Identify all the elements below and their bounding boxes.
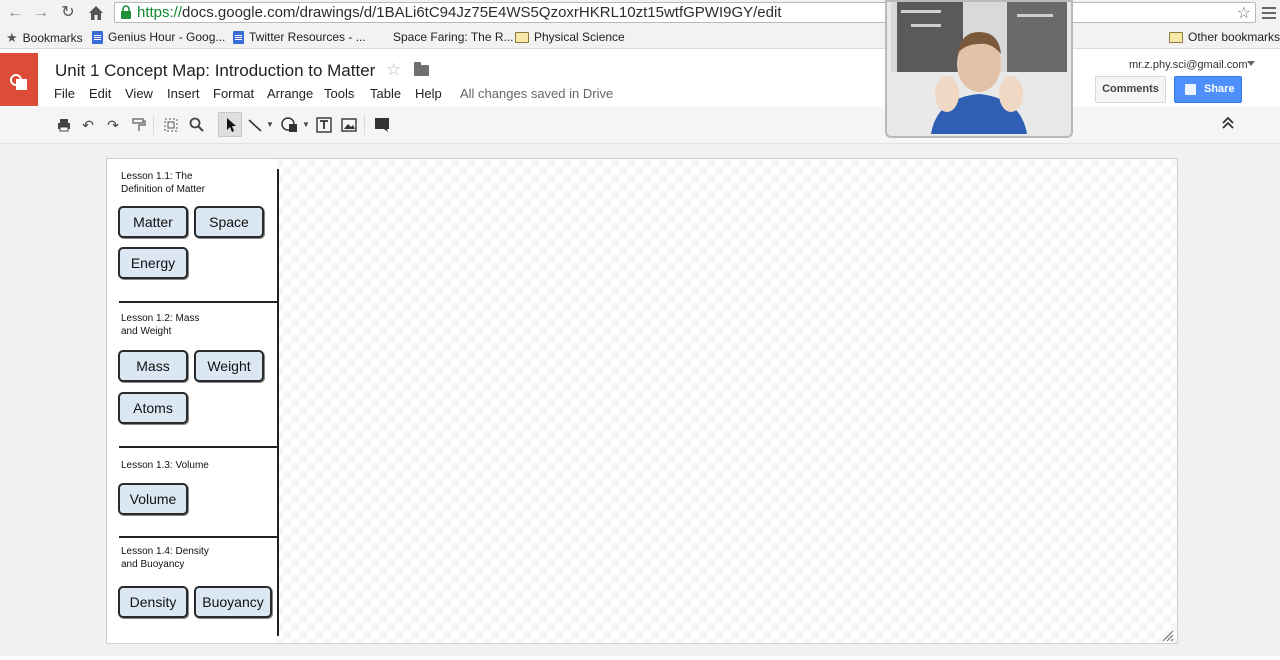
zoom-fit-icon[interactable]: [162, 116, 180, 134]
section-divider[interactable]: [119, 446, 278, 448]
save-status: All changes saved in Drive: [460, 86, 614, 101]
print-icon[interactable]: [55, 116, 73, 134]
bookmark-label: Other bookmarks: [1188, 30, 1280, 44]
resize-handle-icon[interactable]: [1160, 628, 1174, 642]
concept-box[interactable]: Energy: [118, 247, 188, 279]
bookmark-physical-science[interactable]: Physical Science: [515, 30, 625, 44]
menu-edit[interactable]: Edit: [89, 86, 111, 101]
concept-box[interactable]: Matter: [118, 206, 188, 238]
section-divider[interactable]: [119, 301, 278, 303]
url-path: docs.google.com/drawings/d/1BALi6tC94Jz7…: [182, 4, 782, 21]
lesson-title-line: and Weight: [121, 326, 172, 337]
lesson-title-line: Lesson 1.4: Density: [121, 546, 209, 557]
lesson-title-line: and Buoyancy: [121, 559, 185, 570]
bookmark-label: Twitter Resources - ...: [249, 30, 366, 44]
menu-view[interactable]: View: [125, 86, 153, 101]
lock-icon: [119, 5, 133, 20]
move-to-folder-icon[interactable]: [414, 62, 429, 76]
shape-dropdown-icon[interactable]: ▼: [301, 116, 311, 134]
share-button[interactable]: Share: [1174, 76, 1242, 103]
bottom-edge: [0, 656, 1280, 660]
comments-button[interactable]: Comments: [1095, 76, 1166, 103]
lesson-title[interactable]: Lesson 1.2: Mass and Weight: [121, 312, 241, 338]
lesson-title[interactable]: Lesson 1.4: Density and Buoyancy: [121, 545, 241, 571]
forward-arrow-icon[interactable]: →: [31, 3, 51, 23]
concept-box[interactable]: Mass: [118, 350, 188, 382]
menu-tools[interactable]: Tools: [324, 86, 354, 101]
doc-icon: [233, 30, 244, 44]
bookmark-label: Genius Hour - Goog...: [108, 30, 226, 44]
back-arrow-icon[interactable]: ←: [5, 3, 25, 23]
bookmark-twitter-resources[interactable]: Twitter Resources - ...: [233, 30, 366, 44]
zoom-icon[interactable]: [187, 116, 205, 134]
folder-icon: [515, 31, 529, 43]
reload-icon[interactable]: ↻: [58, 3, 78, 23]
text-box-icon[interactable]: [315, 116, 333, 134]
image-icon[interactable]: [340, 116, 358, 134]
concept-panel: Lesson 1.1: The Definition of Matter Mat…: [107, 159, 278, 643]
menu-file[interactable]: File: [54, 86, 75, 101]
webcam-video-image: [891, 2, 1067, 134]
doc-icon: [92, 30, 103, 44]
undo-icon[interactable]: ↶: [79, 116, 97, 134]
concept-box[interactable]: Atoms: [118, 392, 188, 424]
lesson-title-line: Lesson 1.1: The: [121, 171, 193, 182]
star-document-icon[interactable]: ☆: [386, 60, 401, 80]
folder-icon: [1169, 31, 1183, 43]
lesson-title-line: Lesson 1.2: Mass: [121, 313, 200, 324]
bookmark-label: Bookmarks: [22, 31, 83, 45]
url-text: https://docs.google.com/drawings/d/1BALi…: [137, 4, 781, 21]
drawing-canvas[interactable]: Lesson 1.1: The Definition of Matter Mat…: [106, 158, 1178, 644]
webcam-overlay: [885, 0, 1073, 138]
lesson-title-line: Lesson 1.3: Volume: [121, 460, 209, 471]
concept-box[interactable]: Buoyancy: [194, 586, 272, 618]
bookmark-other-bookmarks[interactable]: Other bookmarks: [1169, 30, 1280, 44]
toolbar-separator: [153, 115, 154, 135]
concept-box[interactable]: Weight: [194, 350, 264, 382]
address-bar[interactable]: https://docs.google.com/drawings/d/1BALi…: [114, 2, 1256, 23]
bookmark-genius-hour[interactable]: Genius Hour - Goog...: [92, 30, 225, 44]
menu-arrange[interactable]: Arrange: [267, 86, 313, 101]
concept-box[interactable]: Density: [118, 586, 188, 618]
drawings-logo-icon[interactable]: [0, 53, 38, 106]
shape-tool-icon[interactable]: [280, 116, 302, 134]
line-tool-icon[interactable]: [246, 116, 264, 134]
concept-box[interactable]: Space: [194, 206, 264, 238]
bookmarks-bar: ★ Bookmarks Genius Hour - Goog... Twitte…: [0, 26, 1280, 49]
menu-table[interactable]: Table: [370, 86, 401, 101]
section-divider[interactable]: [119, 536, 278, 538]
toolbar-separator: [364, 115, 365, 135]
user-email[interactable]: mr.z.phy.sci@gmail.com: [1129, 59, 1248, 71]
paint-format-icon[interactable]: [130, 116, 148, 134]
bookmark-space-faring[interactable]: Space Faring: The R...: [393, 30, 514, 44]
account-dropdown-icon[interactable]: [1247, 61, 1255, 66]
vertical-divider-line[interactable]: [277, 169, 279, 636]
comment-icon[interactable]: [373, 116, 391, 134]
redo-icon[interactable]: ↷: [104, 116, 122, 134]
star-icon: ★: [6, 30, 18, 45]
select-tool-button[interactable]: [218, 112, 242, 137]
browser-menu-icon[interactable]: [1262, 4, 1276, 20]
share-label: Share: [1204, 83, 1235, 95]
menu-format[interactable]: Format: [213, 86, 254, 101]
bookmark-label: Physical Science: [534, 30, 625, 44]
concept-box[interactable]: Volume: [118, 483, 188, 515]
menu-help[interactable]: Help: [415, 86, 442, 101]
lesson-title[interactable]: Lesson 1.3: Volume: [121, 459, 241, 472]
collapse-chevron-icon[interactable]: [1221, 116, 1235, 133]
home-icon[interactable]: [86, 3, 106, 23]
bookmark-label: Space Faring: The R...: [393, 30, 514, 44]
bookmark-star-icon[interactable]: ☆: [1237, 3, 1251, 23]
menu-insert[interactable]: Insert: [167, 86, 200, 101]
document-title[interactable]: Unit 1 Concept Map: Introduction to Matt…: [55, 61, 375, 81]
share-lock-icon: [1185, 84, 1196, 95]
lesson-title-line: Definition of Matter: [121, 184, 205, 195]
bookmark-bookmarks[interactable]: ★ Bookmarks: [6, 30, 83, 46]
url-protocol: https://: [137, 4, 183, 21]
line-dropdown-icon[interactable]: ▼: [265, 116, 275, 134]
lesson-title[interactable]: Lesson 1.1: The Definition of Matter: [121, 170, 241, 196]
